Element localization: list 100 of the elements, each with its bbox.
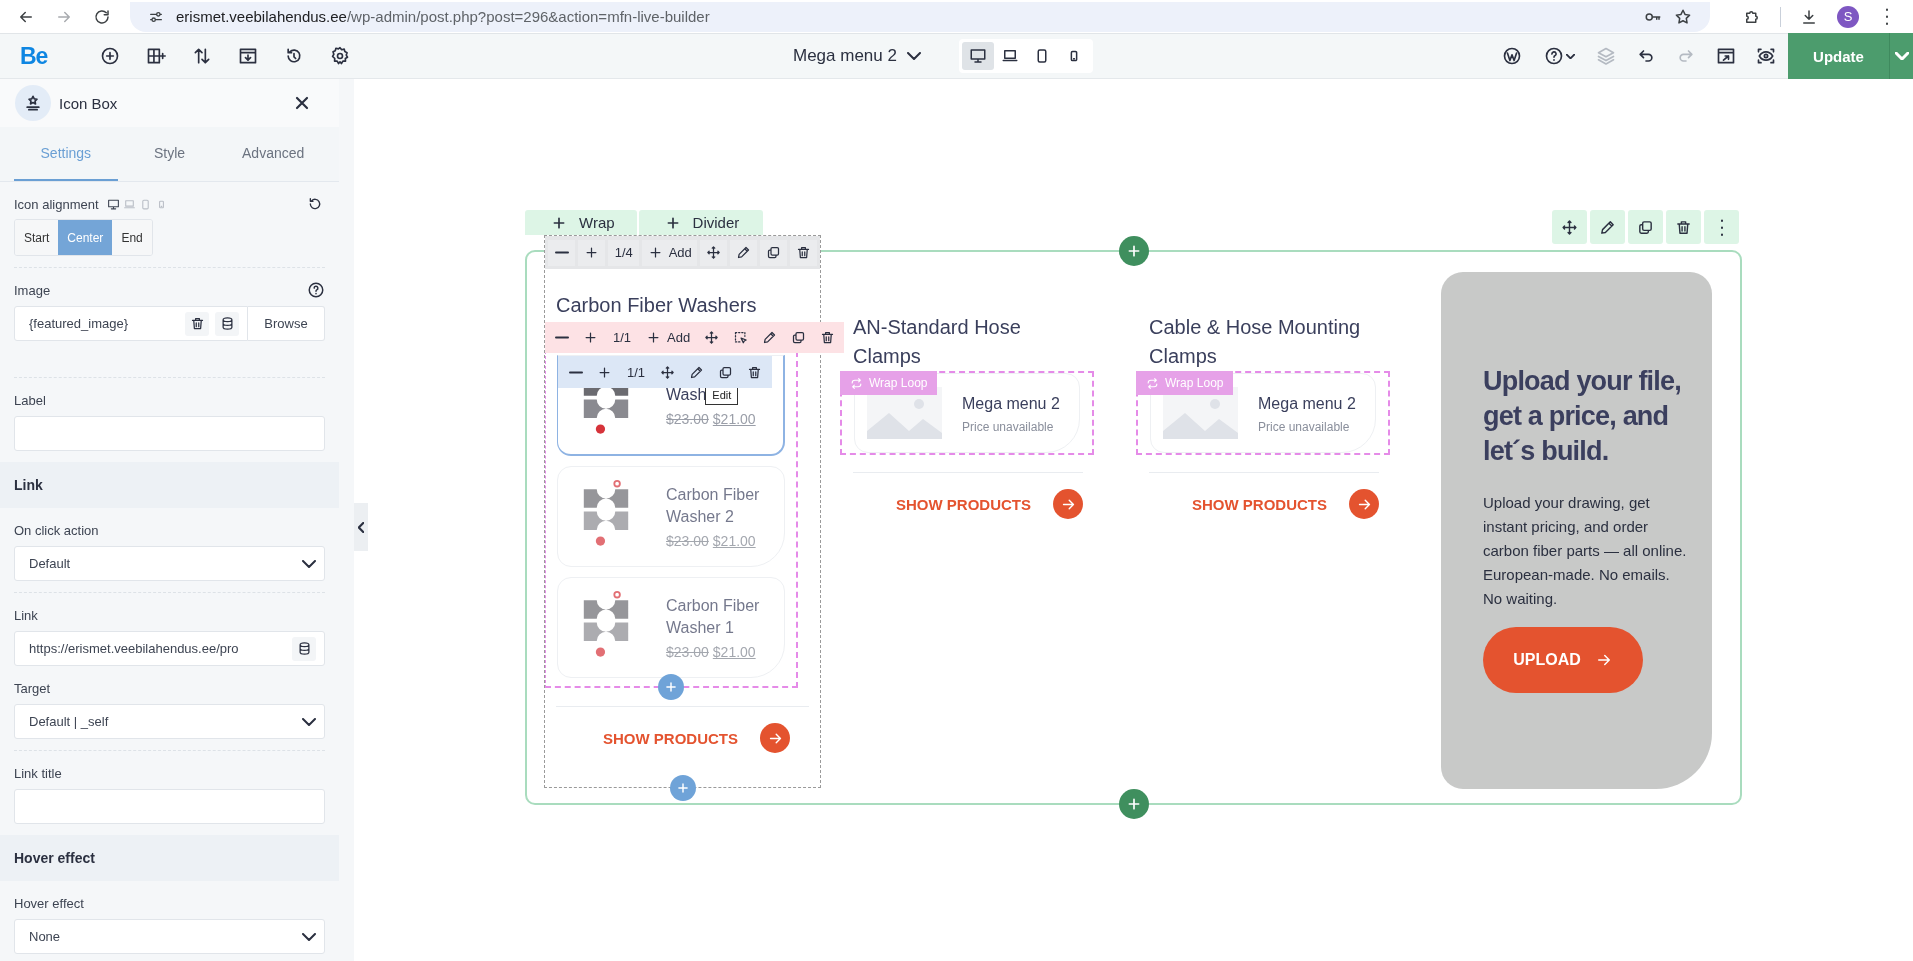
layout-icon	[146, 46, 167, 66]
reload-icon	[93, 7, 111, 26]
dynamic-data-button[interactable]	[292, 636, 316, 661]
repeat-icon	[1146, 376, 1159, 390]
product-name: Carbon Fiber Washer 2	[666, 485, 761, 527]
clear-button[interactable]	[185, 311, 209, 336]
pencil-icon	[1599, 218, 1616, 236]
link-field[interactable]: https://erismet.veebilahendus.ee/pro	[14, 631, 325, 666]
duplicate-button[interactable]	[760, 239, 787, 266]
grow-button[interactable]	[578, 239, 605, 266]
page-selector[interactable]: Mega menu 2	[793, 46, 921, 66]
settings-icon	[330, 46, 351, 66]
move-button[interactable]	[1552, 210, 1587, 244]
more-icon	[1719, 218, 1724, 236]
w-logo-icon	[1502, 46, 1522, 66]
delete-button[interactable]	[790, 239, 817, 266]
sale-price: $21.00	[712, 410, 756, 427]
add-button[interactable]: Add	[642, 239, 697, 266]
chevron-down-icon	[302, 559, 316, 568]
plus-icon	[584, 245, 599, 260]
show-products-link[interactable]: SHOW PRODUCTS	[603, 729, 738, 747]
size-label: 1/1	[612, 329, 633, 347]
window-arrow-icon	[1716, 46, 1736, 66]
collapse-panel-button[interactable]	[354, 503, 368, 551]
update-options-button[interactable]	[1889, 33, 1913, 79]
image-field[interactable]: {featured_image}	[14, 306, 248, 341]
trash-icon	[1675, 218, 1692, 236]
category-title: Cable & Hose Mounting Clamps	[1148, 315, 1362, 369]
add-section-button[interactable]	[1118, 789, 1149, 819]
field-label: Image	[14, 282, 51, 298]
duplicate-button[interactable]	[1628, 210, 1663, 244]
help-icon	[307, 281, 325, 299]
add-element-button[interactable]: Divider	[638, 210, 764, 235]
help-icon	[1543, 46, 1564, 66]
category-title: AN-Standard Hose Clamps	[852, 315, 1022, 369]
old-price: $23.00	[666, 410, 709, 427]
plus-icon	[646, 330, 662, 345]
chevron-down-icon	[906, 52, 921, 60]
add-section-button[interactable]	[1118, 236, 1149, 266]
panel-tab[interactable]: Advanced	[221, 127, 325, 181]
copy-icon	[791, 330, 807, 345]
delete-button[interactable]	[1666, 210, 1701, 244]
field-label: On click action	[14, 522, 99, 538]
product-card[interactable]: Carbon Fiber Washer 2 $23.00 $21.00	[557, 466, 785, 567]
promo-text: Upload your drawing, get instant pricing, and order carbon fiber parts — all online. European-made. No emails. No waiting.	[1483, 493, 1688, 609]
add-item-button[interactable]	[658, 674, 684, 700]
more-icon	[1885, 8, 1889, 25]
address-bar[interactable]: erismet.veebilahendus.ee/wp-admin/post.php?post=296&action=mfn-live-builder	[130, 1, 1710, 32]
pencil-icon	[689, 364, 705, 380]
select-field[interactable]: Default	[14, 546, 325, 581]
add-element-button[interactable]: Wrap	[525, 210, 637, 235]
field-label: Label	[14, 392, 46, 408]
select-field[interactable]: Default | _self	[14, 704, 325, 739]
text-field[interactable]	[14, 789, 325, 824]
category-title: Carbon Fiber Washers	[555, 293, 758, 318]
repeat-icon	[850, 376, 863, 390]
plus-icon	[664, 680, 678, 694]
plus-icon	[597, 364, 612, 380]
text-field[interactable]	[14, 416, 325, 451]
show-products-link[interactable]: SHOW PRODUCTS	[1192, 495, 1327, 513]
add-button[interactable]: Add	[640, 324, 697, 351]
desktop-view-button[interactable]	[961, 42, 994, 70]
layers-icon	[1596, 46, 1616, 66]
old-price: $23.00	[666, 644, 709, 660]
browse-button[interactable]: Browse	[248, 306, 325, 341]
desktop-icon	[106, 197, 120, 211]
arrow-button[interactable]	[1053, 489, 1083, 519]
promo-heading: Upload your file, get a price, and let´s build.	[1483, 365, 1682, 468]
desktop-icon	[968, 47, 987, 65]
panel-tab[interactable]: Style	[117, 127, 222, 181]
move-icon	[660, 364, 676, 380]
product-name: Wash	[666, 384, 707, 405]
star-lines-icon	[23, 93, 43, 113]
edit-button[interactable]	[1590, 210, 1625, 244]
product-name: Mega menu 2	[962, 393, 1061, 414]
field-label: Icon alignment	[14, 196, 99, 212]
field-label: Target	[14, 680, 51, 696]
product-card[interactable]: Carbon Fiber Washer 1 $23.00 $21.00	[557, 577, 785, 678]
show-products-link[interactable]: SHOW PRODUCTS	[896, 495, 1031, 513]
price-note: Price unavailable	[962, 419, 1055, 434]
edit-button[interactable]	[730, 239, 757, 266]
section-header: Hover effect	[0, 835, 339, 881]
arrow-button[interactable]	[760, 723, 790, 753]
trash-icon	[820, 330, 836, 345]
database-icon	[219, 316, 235, 331]
eye-icon	[1756, 46, 1776, 66]
product-card[interactable]: 1/1 Wash Edit $23.00 $21.00	[557, 355, 785, 456]
chevron-down-icon	[302, 932, 316, 941]
trash-icon	[796, 245, 811, 260]
size-label: 1/4	[608, 239, 640, 266]
plus-icon	[647, 245, 663, 260]
move-button[interactable]	[700, 239, 727, 266]
reset-icon	[307, 196, 323, 212]
pencil-icon	[762, 330, 778, 345]
upload-button[interactable]: UPLOAD	[1483, 627, 1643, 693]
dynamic-data-button[interactable]	[215, 311, 239, 336]
arrow-button[interactable]	[1349, 489, 1379, 519]
logo[interactable]: Be	[20, 42, 48, 70]
avatar[interactable]: S	[1837, 5, 1859, 28]
select-field[interactable]: None	[14, 919, 325, 954]
